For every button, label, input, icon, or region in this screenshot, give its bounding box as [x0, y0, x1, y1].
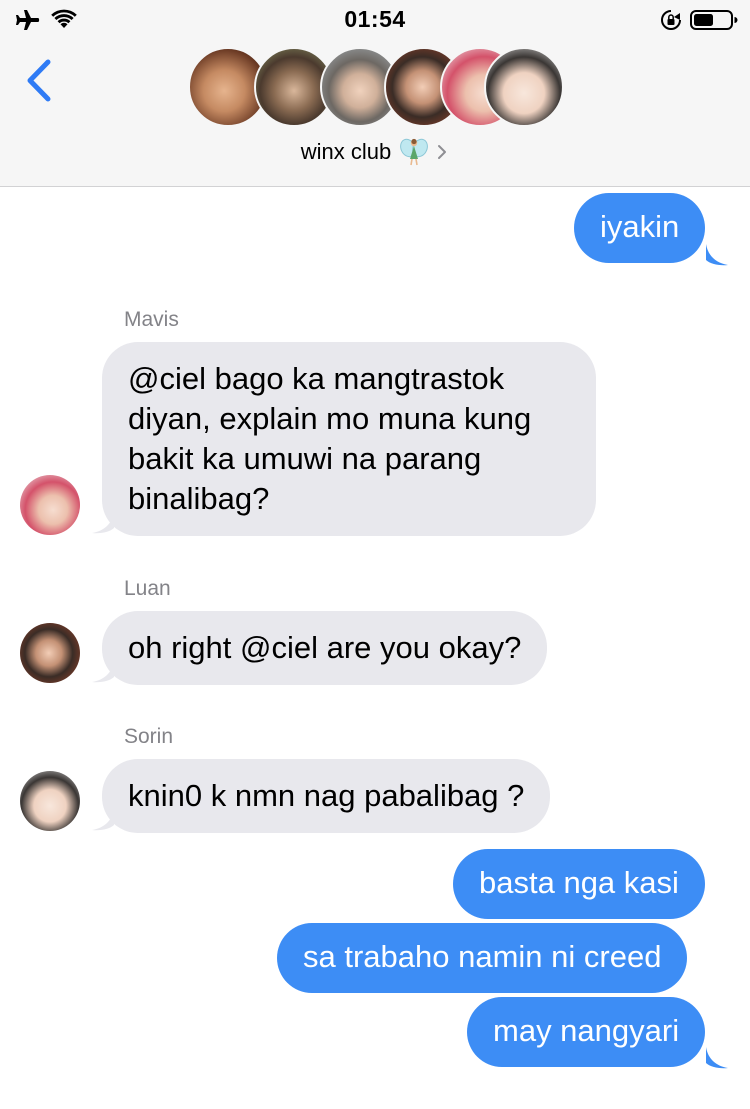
message-text: may nangyari — [493, 1013, 680, 1048]
bubble-tail — [92, 512, 114, 534]
fairy-icon — [400, 138, 429, 166]
message-text: sa trabaho namin ni creed — [303, 939, 662, 974]
outgoing-message[interactable]: iyakin — [574, 193, 706, 263]
message-line: diyan, explain mo muna kung — [128, 401, 532, 436]
incoming-message[interactable]: @ciel bago ka mangtrastok diyan, explain… — [102, 342, 596, 536]
outgoing-message[interactable]: may nangyari — [467, 997, 706, 1067]
orientation-lock-icon — [661, 10, 681, 30]
conversation-header: 01:54 winx club — [0, 0, 750, 187]
bubble-tail — [92, 661, 114, 683]
battery-icon — [690, 10, 738, 30]
group-title-row[interactable]: winx club — [0, 137, 750, 167]
bubble-tail — [92, 809, 114, 831]
avatar[interactable] — [20, 475, 80, 535]
status-time: 01:54 — [344, 6, 406, 32]
sender-name: Luan — [124, 577, 171, 600]
message-text: basta nga kasi — [479, 865, 679, 900]
avatar[interactable] — [20, 623, 80, 683]
message-line: @ciel bago ka mangtrastok — [128, 361, 505, 396]
group-name: winx club — [300, 139, 392, 164]
outgoing-message[interactable]: sa trabaho namin ni creed — [277, 923, 688, 993]
group-avatar-stack[interactable] — [188, 47, 568, 129]
sender-name: Mavis — [124, 308, 179, 331]
message-text: oh right @ciel are you okay? — [128, 630, 522, 665]
incoming-message[interactable]: knin0 k nmn nag pabalibag ? — [102, 759, 551, 833]
avatar[interactable] — [20, 771, 80, 831]
bubble-tail — [706, 244, 728, 266]
sender-name: Sorin — [124, 725, 174, 748]
message-text: knin0 k nmn nag pabalibag ? — [128, 778, 525, 813]
chevron-right-icon — [438, 145, 447, 159]
message-text: iyakin — [600, 209, 680, 244]
bubble-tail — [706, 1047, 728, 1069]
outgoing-message[interactable]: basta nga kasi — [453, 849, 705, 919]
chevron-left-icon[interactable] — [20, 56, 60, 106]
message-line: binalibag? — [128, 481, 270, 516]
message-line: bakit ka umuwi na parang — [128, 441, 482, 476]
incoming-message[interactable]: oh right @ciel are you okay? — [102, 611, 548, 685]
status-bar: 01:54 — [0, 0, 750, 40]
member-avatar — [484, 47, 564, 127]
